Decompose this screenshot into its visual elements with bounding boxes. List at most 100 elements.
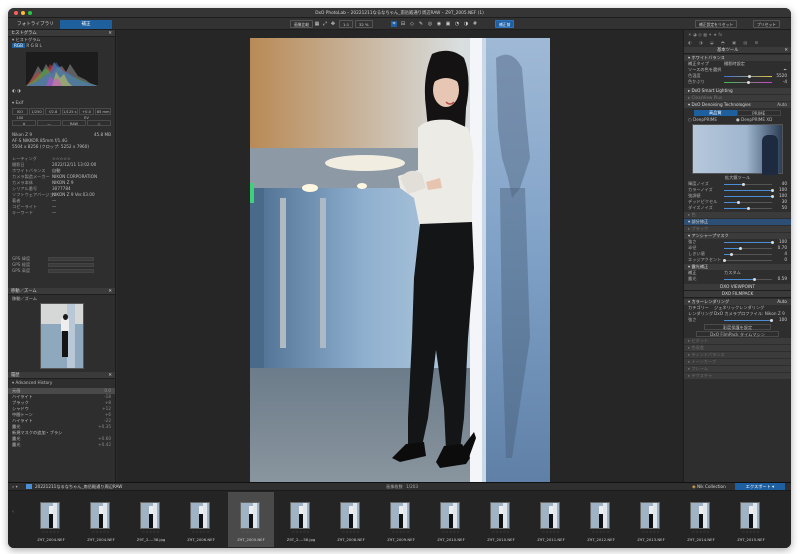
mode-diamond-button[interactable]: ◇: [87, 120, 111, 126]
viewpoint-header[interactable]: DXO VIEWPOINT: [684, 284, 791, 291]
filmstrip-thumbnail[interactable]: ☆☆☆☆☆ Z9T_2014.NEF: [678, 492, 724, 547]
navigator-header[interactable]: 移動／ズーム ✕: [8, 288, 115, 295]
thumbnail-rating[interactable]: ☆☆☆☆☆: [128, 530, 174, 534]
reset-corrections-button[interactable]: 補正設定をリセット: [695, 20, 738, 28]
mask-icon[interactable]: ◑: [463, 21, 469, 27]
section-color[interactable]: ▸ 色: [684, 212, 791, 218]
geometry-icon[interactable]: ▦: [703, 32, 707, 37]
crop-tool-icon[interactable]: ⌗: [391, 21, 397, 27]
channel-selector[interactable]: RGB R G B L: [8, 43, 115, 50]
channel-rgb[interactable]: RGB: [12, 43, 26, 48]
filmstrip-thumbnail[interactable]: ☆☆☆☆☆ Z9T_2015.NEF: [728, 492, 774, 547]
presets-button[interactable]: プリセット: [753, 20, 780, 28]
color-icon[interactable]: ◕: [693, 32, 697, 37]
perspective-tool-icon[interactable]: ◇: [409, 21, 415, 27]
smart-lighting-section[interactable]: ▸ DxO Smart Lighting: [684, 88, 791, 94]
split-view-icon[interactable]: ▦: [314, 21, 320, 27]
filmstrip-thumbnail[interactable]: ☆☆☆☆☆ Z9T_2004.NEF: [28, 492, 74, 547]
inactive-tool[interactable]: ▸ テクスチャ: [684, 373, 791, 379]
section-local[interactable]: ▾ 部分修正: [684, 219, 791, 225]
denoise-slider[interactable]: ダイズノイズ 50: [684, 205, 791, 211]
filter-icon[interactable]: ⌕ ▾: [12, 484, 18, 489]
thumbnail-rating[interactable]: ☆☆☆☆☆: [628, 530, 674, 534]
opt-deepprime[interactable]: ○ DeepPRIME: [688, 117, 717, 122]
zoom-level-select[interactable]: 32 %: [355, 20, 373, 28]
thumbnail-rating[interactable]: ☆☆☆☆☆: [78, 530, 124, 534]
filmstrip-thumbnail[interactable]: ☆☆☆☆☆ Z9T_2004.NEF: [78, 492, 124, 547]
inactive-tool[interactable]: ▸ 色収差: [684, 345, 791, 351]
filmstrip-thumbnail[interactable]: ☆☆☆☆☆ Z9T_2011.NEF: [528, 492, 574, 547]
repair-tool-icon[interactable]: ✎: [418, 21, 424, 27]
history-header[interactable]: 履歴 ✕: [8, 372, 115, 379]
filmstrip-thumbnail[interactable]: ☆☆☆☆☆ Z9T_2010.NEF: [478, 492, 524, 547]
filmstrip-thumbnail[interactable]: ☆☆☆☆☆ Z9T_2006.NEF: [178, 492, 224, 547]
close-icon[interactable]: ✕: [108, 372, 112, 379]
filmstrip-thumbnail[interactable]: ☆☆☆☆☆ Z9T_2013.NEF: [628, 492, 674, 547]
filmstrip-thumbnail[interactable]: ☆☆☆☆☆ Z9T_2-...38.jpg: [128, 492, 174, 547]
detail-icon[interactable]: ◎: [698, 32, 702, 37]
zoom-1to1-button[interactable]: 1:1: [339, 20, 354, 28]
thumbnail-rating[interactable]: ☆☆☆☆☆: [728, 530, 774, 534]
tab-prime[interactable]: PRIME: [736, 110, 781, 116]
redeye-icon[interactable]: ◉: [436, 21, 442, 27]
thumbnail-rating[interactable]: ☆☆☆☆☆: [678, 530, 724, 534]
channel-g[interactable]: G: [31, 43, 34, 48]
inactive-tool[interactable]: ▸ ティントバランス: [684, 352, 791, 358]
mode-dash-button[interactable]: —: [37, 120, 61, 126]
navigator-thumbnail[interactable]: [40, 303, 84, 369]
cr-strength-slider[interactable]: 強さ 100: [684, 317, 791, 323]
filmstrip-thumbnail[interactable]: ☆☆☆☆☆ Z9T_2-...58.jpg: [278, 492, 324, 547]
before-after-button[interactable]: 補正前: [495, 20, 515, 28]
nik-collection-button[interactable]: ◉ Nik Collection: [692, 484, 726, 489]
thumbnail-rating[interactable]: ☆☆☆☆☆: [178, 530, 224, 534]
light-icon[interactable]: ☀: [688, 32, 692, 37]
thumbnail-rating[interactable]: ☆☆☆☆☆: [278, 530, 324, 534]
close-icon[interactable]: ✕: [784, 47, 788, 54]
thumbnail-rating[interactable]: ☆☆☆☆☆: [578, 530, 624, 534]
protect-saturation-button[interactable]: 彩度保護を設定: [704, 324, 771, 330]
filmstrip-thumbnail[interactable]: ☆☆☆☆☆ Z9T_2008.NEF: [328, 492, 374, 547]
section-black[interactable]: ▸ ブラック: [684, 226, 791, 232]
scroll-left-icon[interactable]: ‹: [12, 509, 14, 515]
mode-raw-button[interactable]: RAW: [62, 120, 86, 126]
effects-icon[interactable]: ✦: [708, 32, 712, 37]
eye-icon[interactable]: ◔: [454, 21, 460, 27]
denoise-section[interactable]: ▾ DxO Denoising Technologies Auto: [684, 102, 791, 108]
tab-photo-library[interactable]: フォトライブラリ: [12, 20, 59, 29]
hand-tool-icon[interactable]: ✥: [330, 21, 336, 27]
tab-high-quality[interactable]: 高品質: [694, 110, 737, 116]
export-button[interactable]: エクスポート ▾: [735, 483, 785, 490]
filmstrip-thumbnail[interactable]: ☆☆☆☆☆ Z9T_2010.NEF: [428, 492, 474, 547]
image-viewer[interactable]: [117, 30, 683, 486]
history-item[interactable]: 露光 +0.42: [8, 442, 115, 448]
watermark-icon[interactable]: ▣: [445, 21, 451, 27]
mode-a-button[interactable]: A: [12, 120, 36, 126]
local-adjust-icon[interactable]: ◎: [427, 21, 433, 27]
thumbnail-rating[interactable]: ☆☆☆☆☆: [28, 530, 74, 534]
fit-icon[interactable]: ⤢: [322, 21, 328, 27]
filmpack-timemachine-button[interactable]: DxO FilmPack タイムマシン: [696, 331, 779, 337]
inactive-tool[interactable]: ▸ ビネット: [684, 338, 791, 344]
thumbnail-rating[interactable]: ☆☆☆☆☆: [528, 530, 574, 534]
thumbnail-rating[interactable]: ☆☆☆☆☆: [428, 530, 474, 534]
compare-button[interactable]: 画像比較: [290, 20, 314, 28]
close-icon[interactable]: ✕: [108, 30, 112, 37]
grid-icon[interactable]: #: [472, 21, 478, 27]
tab-customize[interactable]: 補正: [60, 20, 112, 29]
thumbnail-rating[interactable]: ☆☆☆☆☆: [328, 530, 374, 534]
filmpack-header[interactable]: DXO FILMPACK: [684, 291, 791, 298]
clearview-section[interactable]: ▸ ClearView Plus: [684, 95, 791, 101]
main-photo[interactable]: [250, 38, 550, 486]
channel-b[interactable]: B: [35, 43, 38, 48]
histogram-header[interactable]: ヒストグラム ✕: [8, 30, 115, 37]
filmstrip-thumbnail[interactable]: ☆☆☆☆☆ Z9T_2005.NEF: [228, 492, 274, 547]
thumbnail-rating[interactable]: ☆☆☆☆☆: [228, 530, 274, 534]
inactive-tool[interactable]: ▸ トーンカーブ: [684, 359, 791, 365]
gps-field[interactable]: [48, 269, 94, 273]
channel-l[interactable]: L: [39, 43, 41, 48]
denoise-preview[interactable]: [692, 124, 783, 175]
folder-path[interactable]: 20221211なるなちゃん_南岳殿通り周辺RAW: [35, 484, 122, 490]
opt-deepprime-xd[interactable]: ● DeepPRIME XD: [736, 117, 772, 123]
thumbnail-rating[interactable]: ☆☆☆☆☆: [378, 530, 424, 534]
horizon-tool-icon[interactable]: ⊟: [400, 21, 406, 27]
